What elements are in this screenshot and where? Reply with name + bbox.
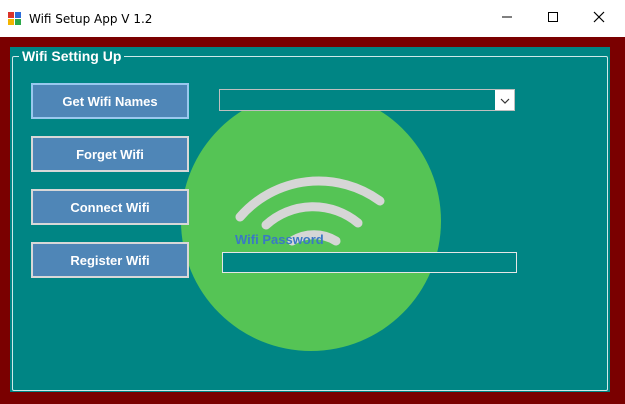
close-button[interactable]: [576, 0, 622, 37]
get-wifi-names-button[interactable]: Get Wifi Names: [31, 83, 189, 119]
maximize-button[interactable]: [530, 0, 576, 37]
register-wifi-button[interactable]: Register Wifi: [31, 242, 189, 278]
forget-wifi-button[interactable]: Forget Wifi: [31, 136, 189, 172]
minimize-icon: [501, 10, 513, 28]
title-bar[interactable]: Wifi Setup App V 1.2: [0, 0, 625, 37]
app-icon[interactable]: [8, 12, 22, 26]
connect-wifi-button[interactable]: Connect Wifi: [31, 189, 189, 225]
group-title: Wifi Setting Up: [19, 48, 125, 64]
chevron-down-icon: [500, 91, 510, 109]
window-title: Wifi Setup App V 1.2: [29, 12, 153, 26]
close-icon: [593, 10, 605, 28]
wifi-password-label: Wifi Password: [235, 232, 324, 247]
wifi-password-input[interactable]: [222, 252, 517, 273]
dropdown-arrow-button[interactable]: [495, 90, 514, 110]
wifi-names-dropdown[interactable]: [219, 89, 515, 111]
maximize-icon: [547, 10, 559, 28]
minimize-button[interactable]: [484, 0, 530, 37]
